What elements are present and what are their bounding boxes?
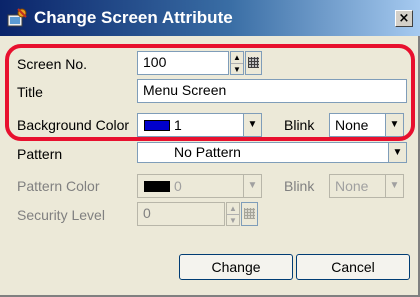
pattern-color-dropdown[interactable]: 0 ▼	[137, 174, 262, 198]
screen-no-label: Screen No.	[17, 56, 88, 72]
screen-no-keypad-button[interactable]	[245, 51, 262, 75]
chevron-down-icon: ▼	[388, 143, 406, 162]
pattern-value: No Pattern	[174, 144, 241, 160]
background-color-value: 1	[174, 117, 182, 133]
background-color-swatch	[144, 120, 170, 131]
background-color-label: Background Color	[17, 117, 130, 133]
title-label: Title	[17, 84, 43, 100]
blink-dropdown-disabled[interactable]: None ▼	[329, 174, 404, 198]
blink-label: Blink	[284, 117, 315, 133]
title-input[interactable]: Menu Screen	[137, 79, 407, 103]
close-icon: ×	[398, 11, 410, 26]
blink-value-disabled: None	[335, 178, 369, 194]
spin-down-icon: ▼	[233, 65, 241, 74]
dialog-title: Change Screen Attribute	[34, 8, 233, 27]
chevron-down-icon: ▼	[385, 175, 403, 197]
security-level-label: Security Level	[17, 207, 105, 223]
keypad-grid-icon	[248, 57, 259, 68]
security-level-input[interactable]: 0	[137, 202, 225, 226]
security-level-spin-button[interactable]: ▲ ▼	[226, 202, 240, 226]
pattern-dropdown[interactable]: No Pattern ▼	[137, 142, 407, 163]
spin-down-icon: ▼	[229, 216, 237, 225]
pattern-color-value: 0	[174, 178, 182, 194]
spin-up-icon: ▲	[227, 203, 239, 215]
pattern-color-label: Pattern Color	[17, 178, 100, 194]
title-bar[interactable]: Change Screen Attribute ×	[0, 0, 420, 36]
screen-no-spin-button[interactable]: ▲ ▼	[230, 51, 244, 75]
pattern-color-swatch	[144, 181, 170, 192]
chevron-down-icon: ▼	[243, 175, 261, 197]
background-color-dropdown[interactable]: 1 ▼	[137, 113, 262, 137]
chevron-down-icon: ▼	[243, 114, 261, 136]
screen-attribute-icon	[7, 8, 27, 27]
screen-no-input[interactable]: 100	[137, 51, 229, 75]
keypad-grid-icon	[244, 208, 255, 219]
chevron-down-icon: ▼	[385, 114, 403, 136]
blink-value: None	[335, 117, 369, 133]
cancel-button[interactable]: Cancel	[296, 254, 410, 280]
spin-up-icon: ▲	[231, 52, 243, 64]
blink-label-disabled: Blink	[284, 178, 315, 194]
close-button[interactable]: ×	[395, 10, 413, 27]
security-level-keypad-button[interactable]	[241, 202, 258, 226]
pattern-label: Pattern	[17, 146, 63, 162]
change-screen-attribute-dialog: Change Screen Attribute × Screen No. 100…	[0, 0, 420, 297]
blink-dropdown[interactable]: None ▼	[329, 113, 404, 137]
change-button[interactable]: Change	[179, 254, 293, 280]
